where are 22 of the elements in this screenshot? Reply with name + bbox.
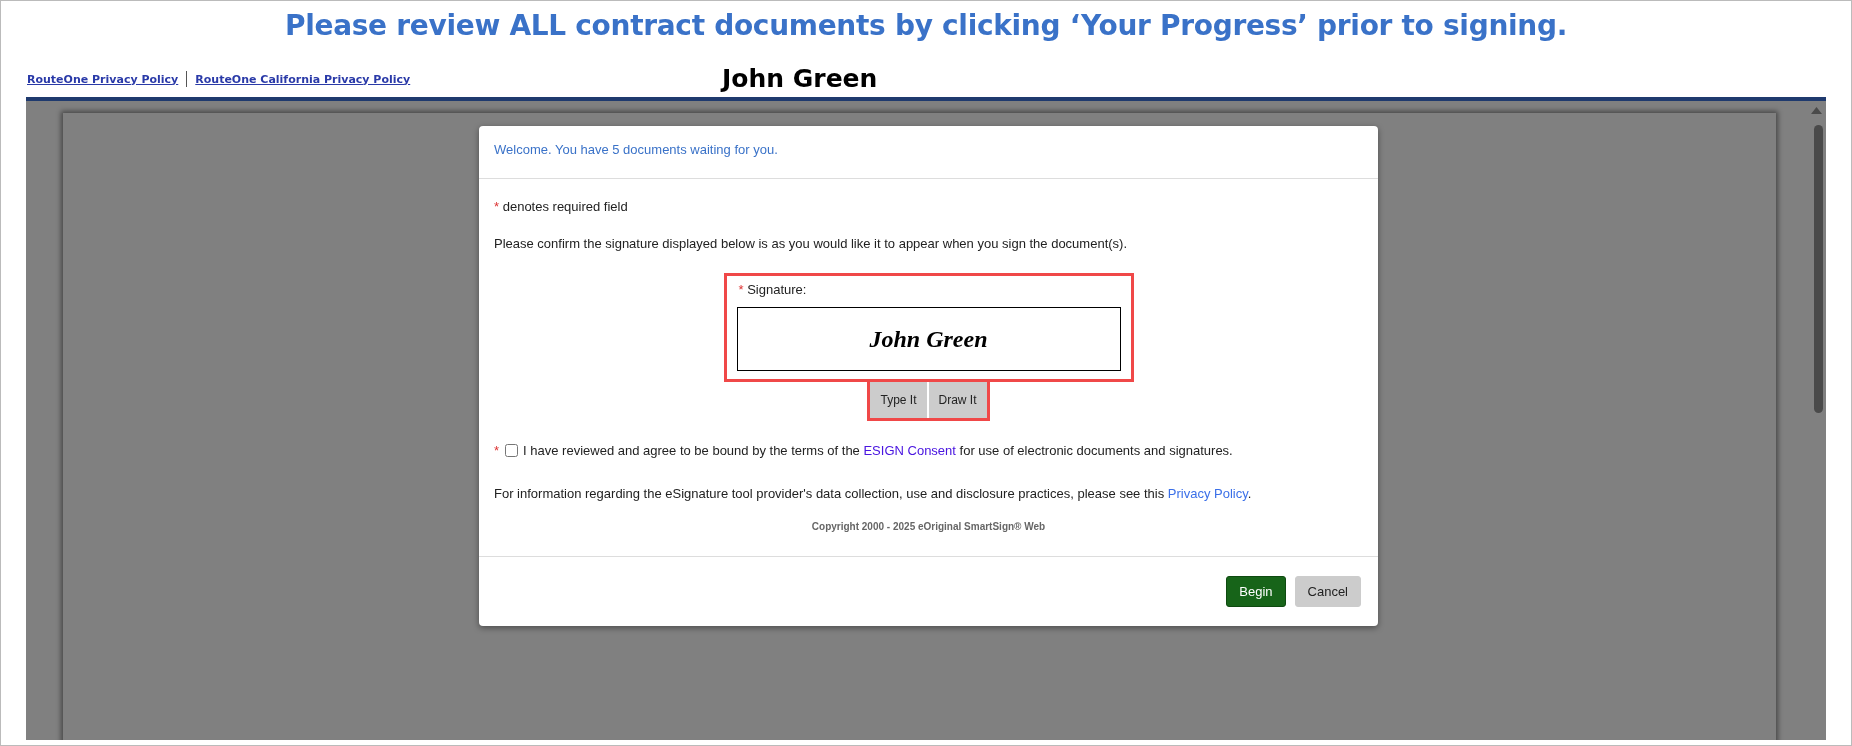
signature-label: * Signature:: [738, 282, 807, 297]
dialog-header: Welcome. You have 5 documents waiting for you.: [479, 126, 1378, 179]
signature-mode-button[interactable]: Type It: [870, 382, 927, 418]
banner-title: Please review ALL contract documents by clicking ‘Your Progress’ prior to signing.: [283, 8, 1569, 44]
signature-mode-button[interactable]: Draw It: [928, 382, 987, 418]
required-marker: *: [494, 443, 500, 458]
copyright-text: Copyright 2000 - 2025 eOriginal SmartSign® Web: [810, 521, 1047, 532]
privacy-notice: For information regarding the eSignature tool provider's data collection, use and disclosure practices, please see this Privacy Policy.: [494, 486, 1253, 501]
instruction-text: Please confirm the signature displayed below is as you would like it to appear when you sign the document(s).: [494, 236, 1128, 251]
privacy-link[interactable]: RouteOne Privacy Policy: [27, 72, 179, 86]
signature-field[interactable]: John Green: [736, 307, 1121, 371]
required-note: * denotes required field: [494, 199, 629, 214]
privacy-link[interactable]: RouteOne California Privacy Policy: [195, 72, 411, 86]
privacy-policy-link[interactable]: Privacy Policy: [1167, 486, 1248, 501]
consent-checkbox[interactable]: [505, 444, 519, 457]
esign-consent-link[interactable]: ESIGN Consent: [863, 443, 956, 458]
scrollbar-thumb[interactable]: [1814, 125, 1823, 413]
scroll-up-icon[interactable]: [1811, 107, 1822, 114]
consent-text: I have reviewed and agree to be bound by the terms of the ESIGN Consent for use of electronic documents and signatures.: [523, 443, 1233, 458]
begin-button[interactable]: Begin: [1226, 576, 1286, 607]
signer-name: John Green: [722, 66, 878, 91]
cancel-button[interactable]: Cancel: [1294, 576, 1361, 607]
